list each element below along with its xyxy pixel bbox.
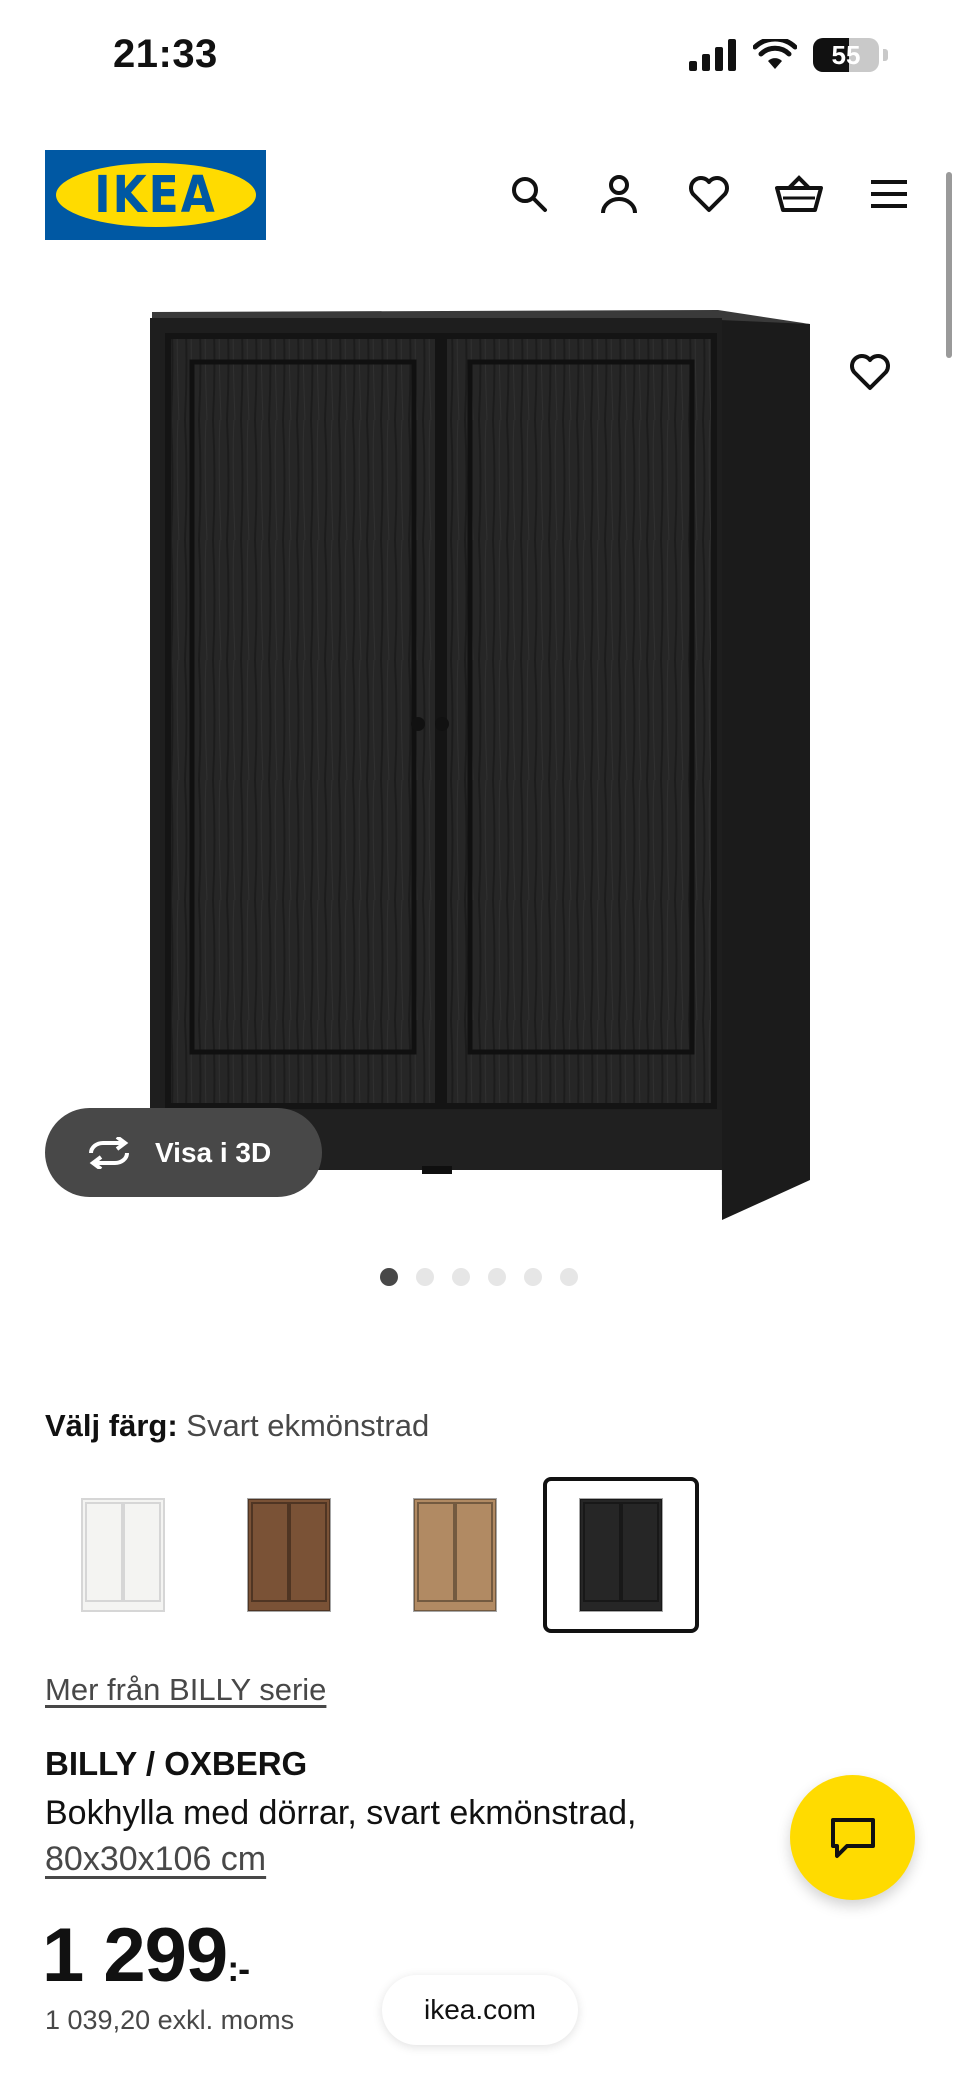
gallery-dot[interactable]: [452, 1268, 470, 1286]
gallery-dot[interactable]: [416, 1268, 434, 1286]
heart-icon[interactable]: [683, 168, 735, 220]
price-suffix: :-: [227, 1948, 250, 1989]
battery-cap: [883, 49, 888, 61]
cabinet-thumbnail: [247, 1498, 331, 1612]
color-swatch-walnut[interactable]: [211, 1477, 367, 1633]
chat-icon: [830, 1817, 875, 1858]
product-price: 1 299:-: [42, 1912, 250, 1999]
cart-icon[interactable]: [773, 168, 825, 220]
gallery-dot[interactable]: [488, 1268, 506, 1286]
product-description-text: Bokhylla med dörrar, svart ekmönstrad,: [45, 1794, 637, 1832]
color-selector-heading: Välj färg: Svart ekmönstrad: [45, 1408, 429, 1444]
wifi-icon: [753, 39, 797, 69]
status-bar: 21:33 55: [0, 0, 960, 115]
logo-text: IKEA: [94, 165, 217, 225]
gallery-dot[interactable]: [524, 1268, 542, 1286]
search-icon[interactable]: [503, 168, 555, 220]
gallery-dot[interactable]: [560, 1268, 578, 1286]
logo-oval: IKEA: [55, 163, 256, 227]
browser-url-bar[interactable]: ikea.com: [382, 1975, 578, 2045]
signal-icon: [689, 39, 736, 71]
color-label: Välj färg:: [45, 1408, 178, 1443]
menu-icon[interactable]: [863, 168, 915, 220]
cabinet-thumbnail: [413, 1498, 497, 1612]
add-to-wishlist-button[interactable]: [844, 346, 896, 398]
gallery-pagination: [380, 1268, 578, 1286]
price-excl-vat: 1 039,20 exkl. moms: [45, 2005, 295, 2035]
color-swatch-oak[interactable]: [377, 1477, 533, 1633]
site-header: IKEA: [0, 150, 960, 240]
account-icon[interactable]: [593, 168, 645, 220]
view-in-3d-button[interactable]: Visa i 3D: [45, 1108, 322, 1197]
page-scrollbar[interactable]: [946, 172, 952, 358]
color-swatch-white[interactable]: [45, 1477, 201, 1633]
status-icons: 55: [689, 38, 888, 72]
product-description: Bokhylla med dörrar, svart ekmönstrad, 8…: [45, 1790, 745, 1882]
color-swatches: [45, 1477, 699, 1633]
product-name: BILLY / OXBERG: [45, 1745, 308, 1782]
cabinet-thumbnail: [579, 1498, 663, 1612]
heart-icon: [850, 354, 890, 390]
battery-indicator: 55: [813, 38, 879, 72]
product-image[interactable]: [140, 300, 820, 1230]
chat-button[interactable]: [790, 1775, 915, 1900]
status-time: 21:33: [113, 32, 218, 76]
ikea-logo[interactable]: IKEA: [45, 150, 266, 240]
product-size-link[interactable]: 80x30x106 cm: [45, 1840, 266, 1878]
gallery-dot[interactable]: [380, 1268, 398, 1286]
series-link[interactable]: Mer från BILLY serie: [45, 1672, 326, 1708]
cabinet-thumbnail: [81, 1498, 165, 1612]
color-swatch-black-oak[interactable]: [543, 1477, 699, 1633]
price-value: 1 299: [42, 1913, 228, 1998]
rotate-3d-icon: [89, 1136, 129, 1169]
header-actions: [503, 168, 915, 220]
browser-url: ikea.com: [423, 1994, 537, 2025]
battery-level: 55: [831, 39, 861, 70]
selected-color: Svart ekmönstrad: [186, 1408, 430, 1443]
view-in-3d-label: Visa i 3D: [155, 1136, 272, 1168]
